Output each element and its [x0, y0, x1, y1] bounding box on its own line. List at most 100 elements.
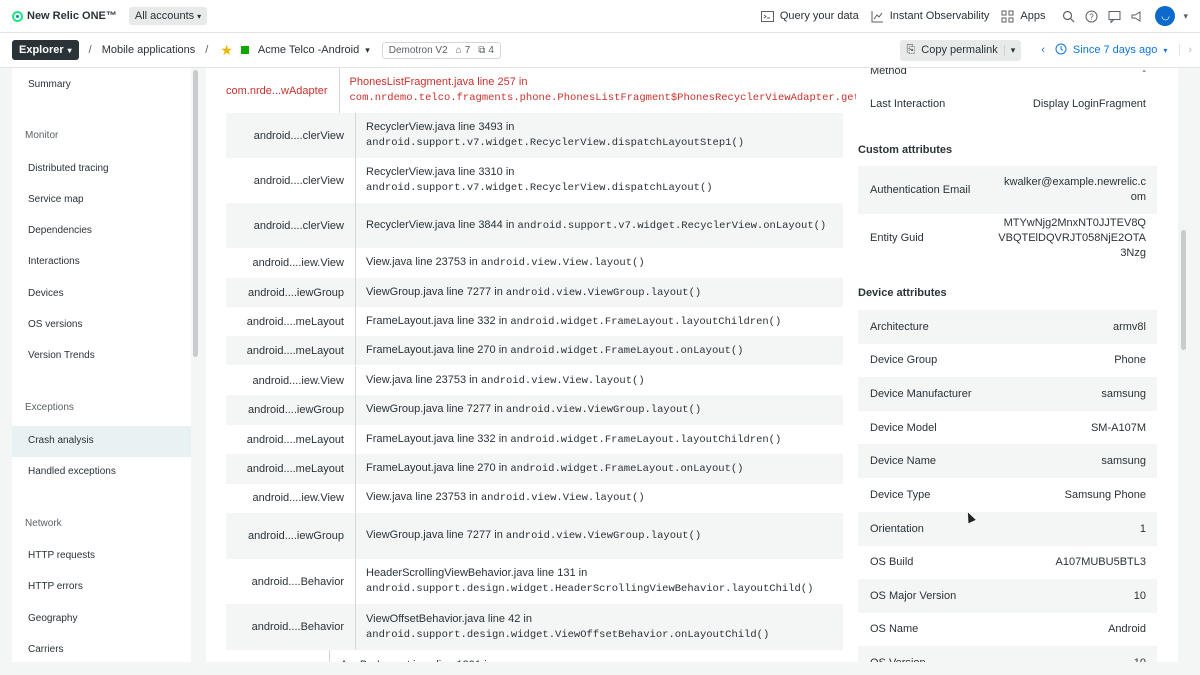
sidebar-item-summary[interactable]: Summary [28, 79, 71, 90]
page-scrollbar[interactable] [1181, 230, 1186, 350]
stack-frame-row[interactable]: android....iew.View View.java line 23753 … [226, 366, 843, 395]
sidebar-item-version-trends[interactable]: Version Trends [28, 350, 95, 361]
stack-trace-panel: com.nrde...wAdapter PhonesListFragment.ja… [206, 68, 856, 662]
instant-observability-link[interactable]: Instant Observability [871, 10, 989, 23]
stack-frame-method: android.widget.FrameLayout.layoutChildre… [510, 316, 782, 328]
stack-frame-file: View.java [366, 491, 413, 503]
favorite-star-icon[interactable]: ★ [220, 42, 233, 59]
stack-frame-in-word: in [466, 491, 481, 503]
stack-frame-line-word: line [454, 462, 478, 474]
previous-time-arrow-icon[interactable]: ‹ [1037, 44, 1049, 56]
attribute-key: OS Name [870, 623, 919, 635]
stack-frame-method: android.view.View.layout() [480, 492, 645, 504]
attribute-key: OS Version [870, 657, 926, 662]
sidebar-item-crash-analysis[interactable]: Crash analysis [28, 435, 94, 446]
stack-frame-line-word: line [455, 166, 479, 178]
stack-frame-row[interactable]: android....iewGroup ViewGroup.java line 7… [226, 278, 843, 307]
stack-frame-detail: HeaderScrollingViewBehavior.java line 13… [356, 559, 843, 604]
account-picker-label: All accounts [134, 10, 195, 22]
stack-frame-row[interactable]: android....iew.View View.java line 23753 … [226, 248, 843, 278]
sidebar-item-dependencies[interactable]: Dependencies [28, 225, 92, 236]
stack-frame-row[interactable]: android....meLayout FrameLayout.java line… [226, 454, 843, 484]
stack-frame-method: android.view.ViewGroup.layout() [505, 286, 702, 299]
stack-frame-method: android.view.View.layout() [480, 257, 645, 269]
announcements-icon[interactable] [1131, 10, 1144, 23]
sidebar-item-handled-exceptions[interactable]: Handled exceptions [28, 466, 116, 477]
user-avatar[interactable]: ◡ [1155, 6, 1176, 26]
stack-frame-file: RecyclerView.java [366, 218, 456, 231]
stack-frame-detail: AppBarLayout.java line 1391 in android.s… [330, 650, 854, 663]
stack-frame-row[interactable]: android....clerView RecyclerView.java lin… [226, 158, 843, 203]
stack-frame-line-word: line [443, 529, 467, 541]
related-entities-count: ⧉ 4 [478, 45, 494, 56]
stack-frame-row[interactable]: android....clerView RecyclerView.java lin… [226, 113, 843, 158]
next-time-arrow-icon[interactable]: › [1179, 44, 1200, 56]
stack-frame-method: android.support.design.widget.HeaderScro… [366, 583, 814, 595]
help-icon[interactable]: ? [1085, 10, 1098, 23]
stack-frame-row[interactable]: android....clerView RecyclerView.java lin… [226, 203, 843, 248]
sidebar-scrollbar[interactable] [193, 70, 198, 357]
attribute-value: armv8l [1112, 321, 1146, 333]
apps-link[interactable]: Apps [1001, 10, 1045, 23]
stack-frame-detail: View.java line 23753 in android.view.Vie… [356, 483, 843, 513]
stack-frame-package: android....iew.View [226, 248, 356, 278]
stack-frame-row[interactable]: android....iewGroup ViewGroup.java line 7… [226, 513, 843, 559]
stack-frame-detail: RecyclerView.java line 3493 in android.s… [356, 113, 843, 158]
stack-frame-in-word: in [575, 567, 588, 579]
account-picker[interactable]: All accounts ▾ [128, 7, 208, 25]
attribute-row-orientation: Orientation 1 [858, 512, 1157, 546]
breadcrumb-mobile-applications[interactable]: Mobile applications [102, 44, 196, 56]
explorer-button[interactable]: Explorer ▾ [12, 40, 79, 60]
search-icon[interactable] [1062, 10, 1075, 23]
stack-frame-row[interactable]: android....iew.View View.java line 23753 … [226, 483, 843, 513]
feedback-icon[interactable] [1108, 10, 1121, 23]
sidebar-item-http-errors[interactable]: HTTP errors [28, 581, 83, 592]
stack-frame-line-word: line [533, 567, 558, 579]
sidebar-item-interactions[interactable]: Interactions [28, 256, 80, 267]
stack-frame-row[interactable]: com.nrde...wAdapter PhonesListFragment.ja… [226, 68, 856, 113]
chevron-down-icon[interactable]: ▾ [1003, 44, 1015, 56]
sidebar-item-geography[interactable]: Geography [28, 613, 77, 624]
stack-frame-detail: FrameLayout.java line 270 in android.wid… [356, 454, 843, 484]
attribute-value: Samsung Phone [1064, 489, 1146, 501]
stack-frame-file: FrameLayout.java [366, 432, 455, 445]
stack-frame-in-word: in [520, 612, 532, 625]
sidebar-item-devices[interactable]: Devices [28, 288, 64, 299]
stack-frame-text: HeaderScrollingViewBehavior.java line 13… [366, 566, 833, 597]
stack-frame-row[interactable]: android....meLayout FrameLayout.java line… [226, 336, 843, 365]
stack-frame-in-word: in [502, 166, 515, 178]
chevron-down-icon: ▾ [67, 45, 72, 55]
apps-label: Apps [1020, 10, 1046, 22]
sidebar-item-os-versions[interactable]: OS versions [28, 319, 82, 330]
sidebar-item-http-requests[interactable]: HTTP requests [28, 550, 95, 561]
stack-frame-line-word: line [455, 218, 479, 231]
query-your-data-link[interactable]: Query your data [760, 10, 859, 23]
stack-frame-in-word: in [481, 659, 493, 663]
stack-frame-method: android.view.View.layout() [480, 374, 645, 387]
stack-frame-text: FrameLayout.java line 332 in android.wid… [366, 314, 833, 330]
stack-frame-row[interactable]: android....meLayout FrameLayout.java line… [226, 425, 843, 454]
attribute-row-os-build: OS Build A107MUBU5BTL3 [858, 545, 1157, 579]
stack-frame-method: com.nrdemo.telco.fragments.phone.PhonesL… [349, 92, 857, 104]
chevron-down-icon[interactable]: ▾ [1183, 11, 1188, 22]
copy-permalink-button[interactable]: ⎘ Copy permalink ▾ [900, 39, 1022, 61]
stack-frame-file: ViewOffsetBehavior.java [366, 612, 485, 625]
entity-metadata-chip[interactable]: Demotron V2 ⌂ 7 ⧉ 4 [381, 41, 501, 59]
stack-frame-in-word: in [495, 343, 511, 356]
sidebar-item-distributed-tracing[interactable]: Distributed tracing [28, 163, 109, 174]
stack-frame-row[interactable]: android....Behavior ViewOffsetBehavior.ja… [226, 604, 843, 650]
entity-name-dropdown[interactable]: Acme Telco -Android ▾ [258, 44, 370, 56]
stack-frame-line-word: line [455, 121, 479, 133]
time-picker[interactable]: ‹ Since 7 days ago ▾ › [1037, 43, 1200, 58]
sidebar-item-service-map[interactable]: Service map [28, 194, 84, 205]
stack-frame-file: FrameLayout.java [366, 343, 455, 356]
stack-frame-row[interactable]: android....Behavior HeaderScrollingViewBe… [226, 559, 843, 604]
stack-frame-row[interactable]: android....iewGroup ViewGroup.java line 7… [226, 395, 843, 425]
stack-frame-row[interactable]: android....Behavior AppBarLayout.java lin… [226, 650, 843, 662]
sidebar-item-carriers[interactable]: Carriers [28, 644, 64, 655]
tags-count: ⌂ 7 [456, 45, 471, 56]
new-relic-logo[interactable]: New Relic ONE™ [12, 10, 117, 22]
stack-frame-text: ViewGroup.java line 7277 in android.view… [366, 528, 833, 544]
stack-frame-file: RecyclerView.java [366, 166, 456, 178]
stack-frame-row[interactable]: android....meLayout FrameLayout.java line… [226, 307, 843, 337]
